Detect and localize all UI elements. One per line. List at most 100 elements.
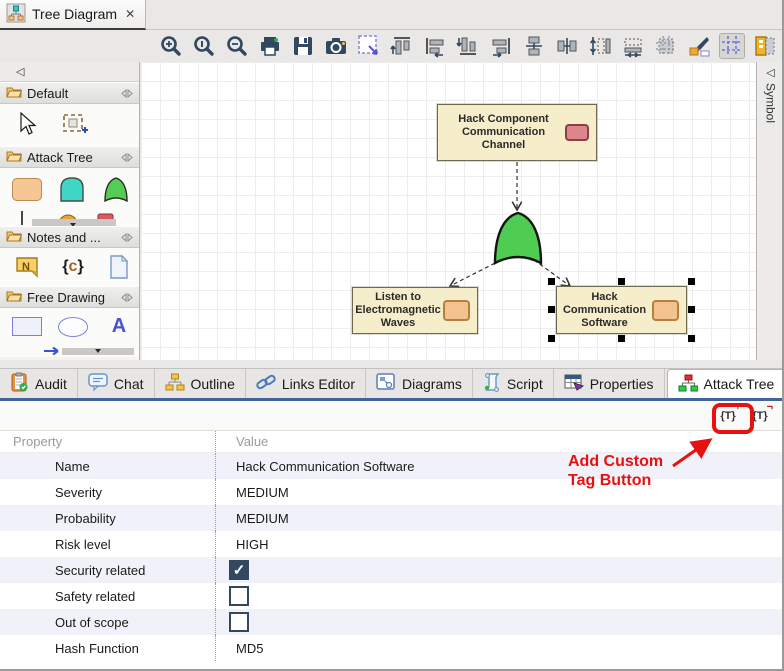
column-value[interactable]: Value bbox=[215, 431, 784, 452]
selection-handle[interactable] bbox=[688, 306, 695, 313]
pin-icon[interactable] bbox=[121, 230, 133, 245]
section-label: Free Drawing bbox=[27, 290, 105, 305]
table-row-hash-function[interactable]: Hash Function MD5 bbox=[0, 635, 784, 661]
remove-tag-button[interactable]: {T} ¬ bbox=[748, 405, 772, 426]
selection-handle[interactable] bbox=[548, 278, 555, 285]
tab-links-editor[interactable]: Links Editor bbox=[246, 369, 366, 398]
table-row-safety-related[interactable]: Safety related bbox=[0, 583, 784, 609]
symbol-panel-collapsed[interactable]: ◁ Symbol bbox=[756, 62, 784, 360]
column-property[interactable]: Property bbox=[0, 431, 215, 452]
document-tool[interactable] bbox=[104, 255, 134, 279]
palette-section-notes[interactable]: Notes and ... bbox=[0, 226, 139, 248]
tab-tree-diagram[interactable]: Tree Diagram ✕ bbox=[0, 0, 146, 30]
symbol-panel-label: Symbol bbox=[764, 83, 778, 123]
table-row-security-related[interactable]: Security related bbox=[0, 557, 784, 583]
select-tool[interactable] bbox=[12, 112, 42, 138]
node-hack-component[interactable]: Hack Component Communication Channel bbox=[437, 104, 597, 161]
close-icon[interactable]: ✕ bbox=[125, 7, 135, 21]
links-editor-icon bbox=[256, 373, 276, 394]
attack-tree-icon bbox=[678, 374, 698, 395]
palette: ◁ Default Attack Tree bbox=[0, 62, 140, 360]
selection-handle[interactable] bbox=[548, 335, 555, 342]
safety-related-checkbox[interactable] bbox=[229, 586, 249, 606]
match-height-icon[interactable] bbox=[587, 33, 613, 59]
selection-handle[interactable] bbox=[548, 306, 555, 313]
diagram-canvas[interactable]: Hack Component Communication Channel Lis… bbox=[141, 62, 756, 360]
table-row-out-of-scope[interactable]: Out of scope bbox=[0, 609, 784, 635]
screenshot-icon[interactable] bbox=[323, 33, 349, 59]
collapse-left-icon[interactable]: ◁ bbox=[16, 65, 24, 78]
selection-handle[interactable] bbox=[688, 335, 695, 342]
show-grid-icon[interactable] bbox=[719, 33, 745, 59]
tab-outline[interactable]: Outline bbox=[155, 369, 246, 398]
show-symbols-icon[interactable] bbox=[752, 33, 778, 59]
plus-mark-icon: + bbox=[735, 401, 741, 413]
tab-audit[interactable]: Audit bbox=[0, 369, 78, 398]
palette-section-attack-tree[interactable]: Attack Tree bbox=[0, 146, 139, 168]
selection-handle[interactable] bbox=[618, 335, 625, 342]
align-top-icon[interactable] bbox=[389, 33, 415, 59]
audit-icon bbox=[10, 372, 29, 395]
severity-badge[interactable] bbox=[652, 300, 679, 321]
section-label: Attack Tree bbox=[27, 150, 93, 165]
note-tool[interactable]: N bbox=[12, 255, 42, 279]
tab-properties[interactable]: Properties bbox=[554, 369, 665, 398]
zoom-in-icon[interactable] bbox=[158, 33, 184, 59]
close-icon[interactable]: ✕ bbox=[780, 377, 784, 391]
table-row-risk-level[interactable]: Risk level HIGH bbox=[0, 531, 784, 557]
table-row-name[interactable]: Name Hack Communication Software bbox=[0, 453, 784, 479]
or-gate-tool[interactable] bbox=[100, 175, 130, 203]
rectangle-tool[interactable] bbox=[12, 317, 42, 336]
tab-script[interactable]: Script bbox=[473, 369, 554, 398]
pin-icon[interactable] bbox=[121, 150, 133, 165]
tab-attack-tree[interactable]: Attack Tree ✕ bbox=[667, 369, 784, 398]
match-width-icon[interactable] bbox=[620, 33, 646, 59]
attack-tree-shapes-row bbox=[0, 168, 139, 210]
align-left-icon[interactable] bbox=[422, 33, 448, 59]
align-bottom-icon[interactable] bbox=[455, 33, 481, 59]
security-related-checkbox[interactable] bbox=[229, 560, 249, 580]
palette-collapse[interactable]: ◁ bbox=[0, 62, 139, 82]
sash[interactable] bbox=[0, 360, 784, 368]
ellipse-tool[interactable] bbox=[58, 317, 88, 337]
tab-diagrams[interactable]: Diagrams bbox=[366, 369, 473, 398]
zoom-out-icon[interactable] bbox=[224, 33, 250, 59]
folder-icon bbox=[6, 85, 22, 101]
constraint-tool[interactable]: {c} bbox=[58, 258, 88, 276]
and-gate-tool[interactable] bbox=[56, 175, 86, 203]
severity-badge[interactable] bbox=[443, 300, 470, 321]
table-row-severity[interactable]: Severity MEDIUM bbox=[0, 479, 784, 505]
pin-icon[interactable] bbox=[121, 86, 133, 101]
collapse-left-icon[interactable]: ◁ bbox=[766, 66, 774, 79]
flip-vertical-icon[interactable] bbox=[521, 33, 547, 59]
severity-badge[interactable] bbox=[565, 124, 589, 141]
outline-icon bbox=[165, 373, 185, 394]
remove-mark-icon: ¬ bbox=[767, 401, 773, 413]
resize-selection-icon[interactable] bbox=[356, 33, 382, 59]
node-hack-software[interactable]: Hack Communication Software bbox=[556, 286, 687, 334]
properties-icon bbox=[564, 373, 584, 394]
zoom-original-icon[interactable] bbox=[191, 33, 217, 59]
flip-horizontal-icon[interactable] bbox=[554, 33, 580, 59]
palette-section-default[interactable]: Default bbox=[0, 82, 139, 104]
format-painter-icon[interactable] bbox=[686, 33, 712, 59]
selection-handle[interactable] bbox=[618, 278, 625, 285]
print-icon[interactable] bbox=[257, 33, 283, 59]
save-icon[interactable] bbox=[290, 33, 316, 59]
selection-handle[interactable] bbox=[688, 278, 695, 285]
main-area: ◁ Default Attack Tree bbox=[0, 62, 784, 360]
attack-node-tool[interactable] bbox=[12, 178, 42, 201]
pin-icon[interactable] bbox=[121, 290, 133, 305]
chat-icon bbox=[88, 373, 108, 394]
snap-to-grid-icon[interactable] bbox=[653, 33, 679, 59]
folder-icon bbox=[6, 229, 22, 245]
out-of-scope-checkbox[interactable] bbox=[229, 612, 249, 632]
add-custom-tag-button[interactable]: {T} + bbox=[716, 405, 740, 426]
text-tool[interactable]: A bbox=[104, 315, 134, 338]
node-listen-waves[interactable]: Listen to Electromagnetic Waves bbox=[352, 287, 478, 334]
align-right-icon[interactable] bbox=[488, 33, 514, 59]
tab-chat[interactable]: Chat bbox=[78, 369, 155, 398]
marquee-tool[interactable] bbox=[60, 111, 90, 139]
palette-section-free-drawing[interactable]: Free Drawing bbox=[0, 286, 139, 308]
table-row-probability[interactable]: Probability MEDIUM bbox=[0, 505, 784, 531]
